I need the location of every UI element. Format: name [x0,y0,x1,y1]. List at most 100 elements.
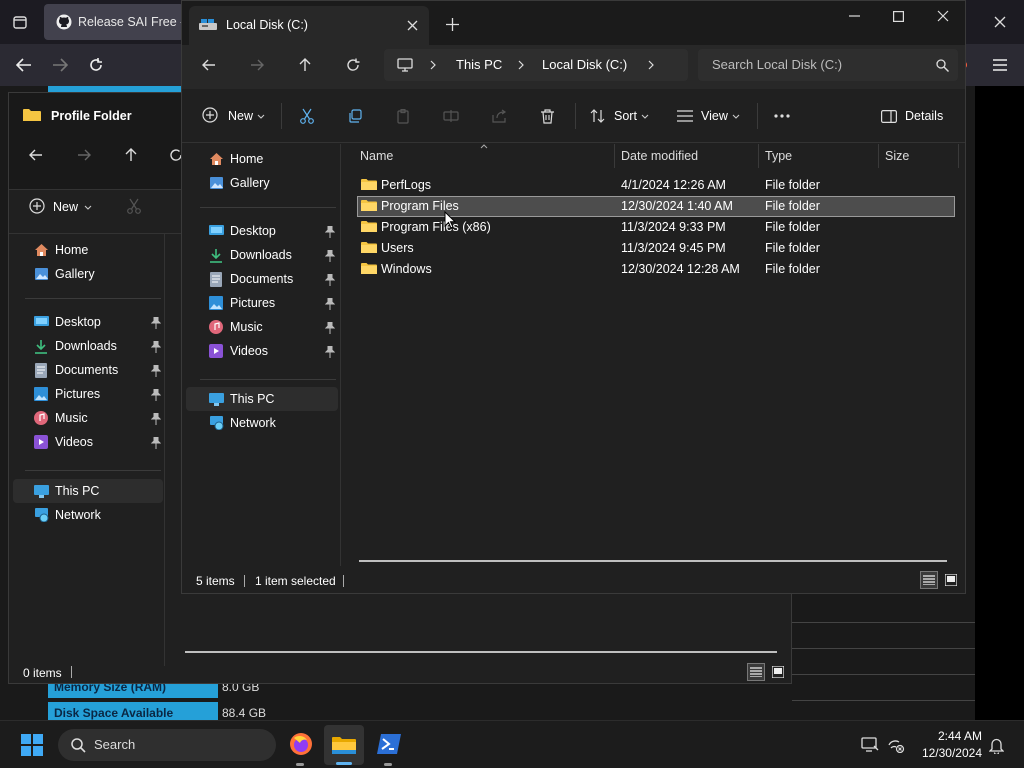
nav-thispc-label: This PC [230,392,275,406]
column-date-modified[interactable]: Date modified [621,144,698,168]
nav-desktop[interactable]: Desktop [208,219,276,243]
breadcrumb-local-disk[interactable]: Local Disk (C:) [542,57,627,72]
paste-icon[interactable] [394,107,412,125]
chevron-right-icon [428,59,438,71]
folder-icon [361,178,377,192]
nav-pictures[interactable]: Pictures [33,382,100,406]
details-view-icon[interactable] [747,663,765,681]
nav-home[interactable]: Home [33,238,88,262]
mouse-cursor-icon [444,211,458,231]
up-icon[interactable] [122,146,140,164]
cut-icon[interactable] [298,107,316,125]
tab-local-disk[interactable]: Local Disk (C:) [189,6,429,45]
running-indicator [384,763,392,766]
new-button[interactable]: New [228,109,253,123]
column-type[interactable]: Type [765,144,792,168]
nav-thispc[interactable]: This PC [208,387,274,411]
share-icon[interactable] [490,107,508,125]
forward-icon[interactable] [248,57,266,73]
tiles-view-icon[interactable] [769,663,787,681]
view-button[interactable]: View [701,109,728,123]
tab-close-icon[interactable] [405,18,419,32]
nav-downloads[interactable]: Downloads [33,334,117,358]
pin-icon [151,341,161,353]
forward-icon[interactable] [50,56,70,74]
nav-videos-label: Videos [230,344,268,358]
minimize-icon[interactable] [844,9,864,23]
file-row[interactable]: Windows 12/30/2024 12:28 AM File folder [357,259,955,280]
nav-network[interactable]: Network [33,503,101,527]
browser-close-icon[interactable] [990,12,1010,32]
nav-videos[interactable]: Videos [208,339,268,363]
sort-button[interactable]: Sort [614,109,637,123]
details-view-icon[interactable] [920,571,938,589]
nav-home[interactable]: Home [208,147,263,171]
taskbar-search[interactable]: Search [58,729,276,761]
back-icon[interactable] [200,57,218,73]
refresh-icon[interactable] [344,56,362,74]
reload-icon[interactable] [86,55,106,75]
nav-pictures[interactable]: Pictures [208,291,275,315]
nav-music[interactable]: Music [208,315,263,339]
firefox-icon[interactable] [288,731,314,757]
search-placeholder: Search Local Disk (C:) [712,57,843,72]
forward-icon[interactable] [75,147,93,163]
menu-icon[interactable] [990,56,1010,74]
nav-desktop[interactable]: Desktop [33,310,101,334]
powershell-icon[interactable] [376,731,402,757]
nav-documents[interactable]: Documents [208,267,293,291]
column-name[interactable]: Name [360,144,393,168]
tab-list-icon[interactable] [10,12,30,32]
folder-icon [361,262,377,276]
up-icon[interactable] [296,56,314,74]
back-icon[interactable] [27,147,45,163]
display-cast-icon[interactable] [860,735,880,755]
file-explorer-taskbar-button[interactable] [324,725,364,765]
nav-gallery[interactable]: Gallery [208,171,270,195]
clock-time[interactable]: 2:44 AM [932,729,982,743]
desktop-icon [33,314,49,330]
copy-icon[interactable] [346,107,364,125]
column-size[interactable]: Size [885,144,909,168]
horizontal-scrollbar[interactable] [359,560,947,562]
pin-icon [325,322,335,334]
window-close-icon[interactable] [933,9,953,23]
nav-videos[interactable]: Videos [33,430,93,454]
start-icon[interactable] [20,733,44,757]
nav-thispc[interactable]: This PC [33,479,99,503]
search-box[interactable]: Search Local Disk (C:) [698,49,958,81]
new-tab-icon[interactable] [444,16,460,32]
maximize-icon[interactable] [888,9,908,23]
details-button[interactable]: Details [905,109,943,123]
taskbar-search-label: Search [94,737,136,752]
back-icon[interactable] [14,56,34,74]
more-options-icon[interactable] [772,109,792,123]
nav-documents[interactable]: Documents [33,358,118,382]
nav-documents-label: Documents [230,272,294,286]
cut-icon[interactable] [125,197,143,215]
new-button[interactable]: New [53,200,78,214]
view-icon [676,107,694,125]
breadcrumb-this-pc[interactable]: This PC [456,57,502,72]
nav-gallery[interactable]: Gallery [33,262,95,286]
browser-tab[interactable]: Release SAI Free - pj [44,4,198,40]
nav-music[interactable]: Music [33,406,88,430]
videos-icon [208,343,224,359]
file-row[interactable]: PerfLogs 4/1/2024 12:26 AM File folder [357,175,955,196]
gallery-icon [208,175,224,191]
delete-icon[interactable] [538,107,556,125]
breadcrumb[interactable]: This PC Local Disk (C:) [384,49,688,81]
nav-videos-label: Videos [55,435,93,449]
horizontal-scrollbar[interactable] [185,651,777,653]
tab-title: Local Disk (C:) [226,18,308,32]
rename-icon[interactable] [442,107,460,125]
nav-downloads[interactable]: Downloads [208,243,292,267]
clock-date[interactable]: 12/30/2024 [912,746,982,760]
network-disconnected-icon[interactable] [886,735,906,755]
file-row[interactable]: Users 11/3/2024 9:45 PM File folder [357,238,955,259]
nav-network[interactable]: Network [208,411,276,435]
tiles-view-icon[interactable] [942,571,960,589]
search-icon[interactable] [934,57,950,73]
details-pane-icon [880,108,898,124]
notifications-bell-icon[interactable] [986,735,1006,755]
